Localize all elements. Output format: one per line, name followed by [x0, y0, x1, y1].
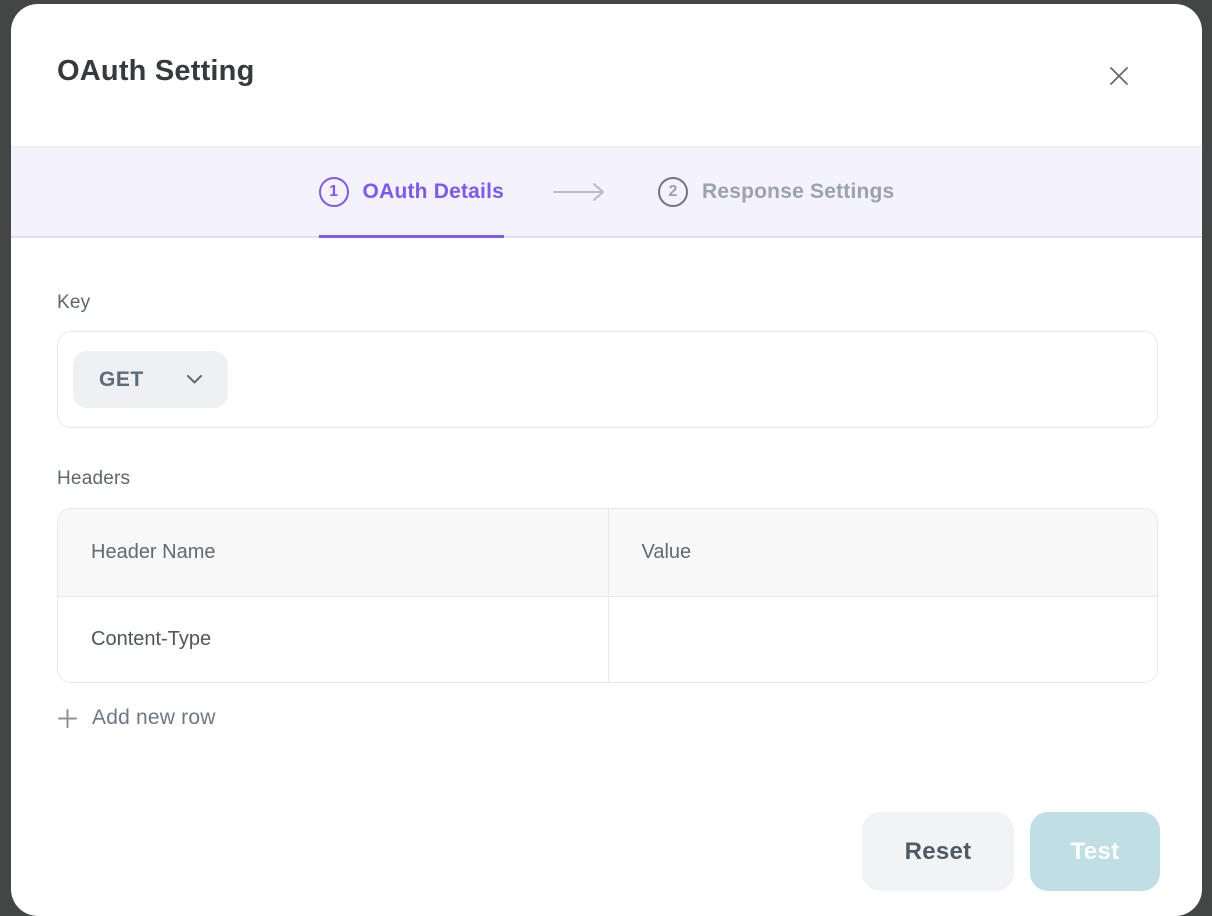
active-step-underline	[319, 235, 504, 238]
header-name-cell[interactable]: Content-Type	[58, 597, 608, 682]
key-input[interactable]	[244, 350, 1137, 410]
headers-section-label: Headers	[57, 468, 130, 490]
key-field: GET	[57, 331, 1158, 428]
reset-button[interactable]: Reset	[862, 812, 1014, 891]
add-new-row-label: Add new row	[92, 706, 216, 730]
step-arrow-icon	[552, 182, 610, 202]
stepper-step-response-settings[interactable]: 2 Response Settings	[658, 147, 894, 236]
modal-backdrop: OAuth Setting 1 OAuth Details	[0, 0, 1212, 916]
plus-icon	[57, 708, 78, 729]
close-button[interactable]	[1099, 56, 1139, 96]
step-1-number-badge: 1	[319, 177, 349, 207]
column-header-header-name: Header Name	[58, 509, 608, 596]
step-2-number-badge: 2	[658, 177, 688, 207]
headers-table: Header Name Value Content-Type	[57, 508, 1158, 683]
chevron-down-icon	[186, 374, 203, 385]
key-field-label: Key	[57, 292, 90, 314]
column-header-value: Value	[608, 509, 1158, 596]
add-new-row-button[interactable]: Add new row	[57, 706, 216, 730]
stepper-step-oauth-details[interactable]: 1 OAuth Details	[319, 147, 504, 236]
test-button[interactable]: Test	[1030, 812, 1160, 891]
http-method-selector[interactable]: GET	[73, 351, 228, 408]
step-2-label: Response Settings	[702, 180, 894, 204]
header-value-cell[interactable]	[608, 597, 1158, 682]
table-row: Content-Type	[58, 597, 1157, 682]
dialog-title: OAuth Setting	[57, 55, 255, 88]
headers-table-header-row: Header Name Value	[58, 509, 1157, 597]
stepper-bar: 1 OAuth Details 2 Response Settings	[11, 146, 1202, 238]
step-1-label: OAuth Details	[363, 180, 504, 204]
http-method-value: GET	[99, 368, 144, 392]
oauth-setting-dialog: OAuth Setting 1 OAuth Details	[11, 4, 1202, 916]
close-icon	[1108, 65, 1130, 87]
